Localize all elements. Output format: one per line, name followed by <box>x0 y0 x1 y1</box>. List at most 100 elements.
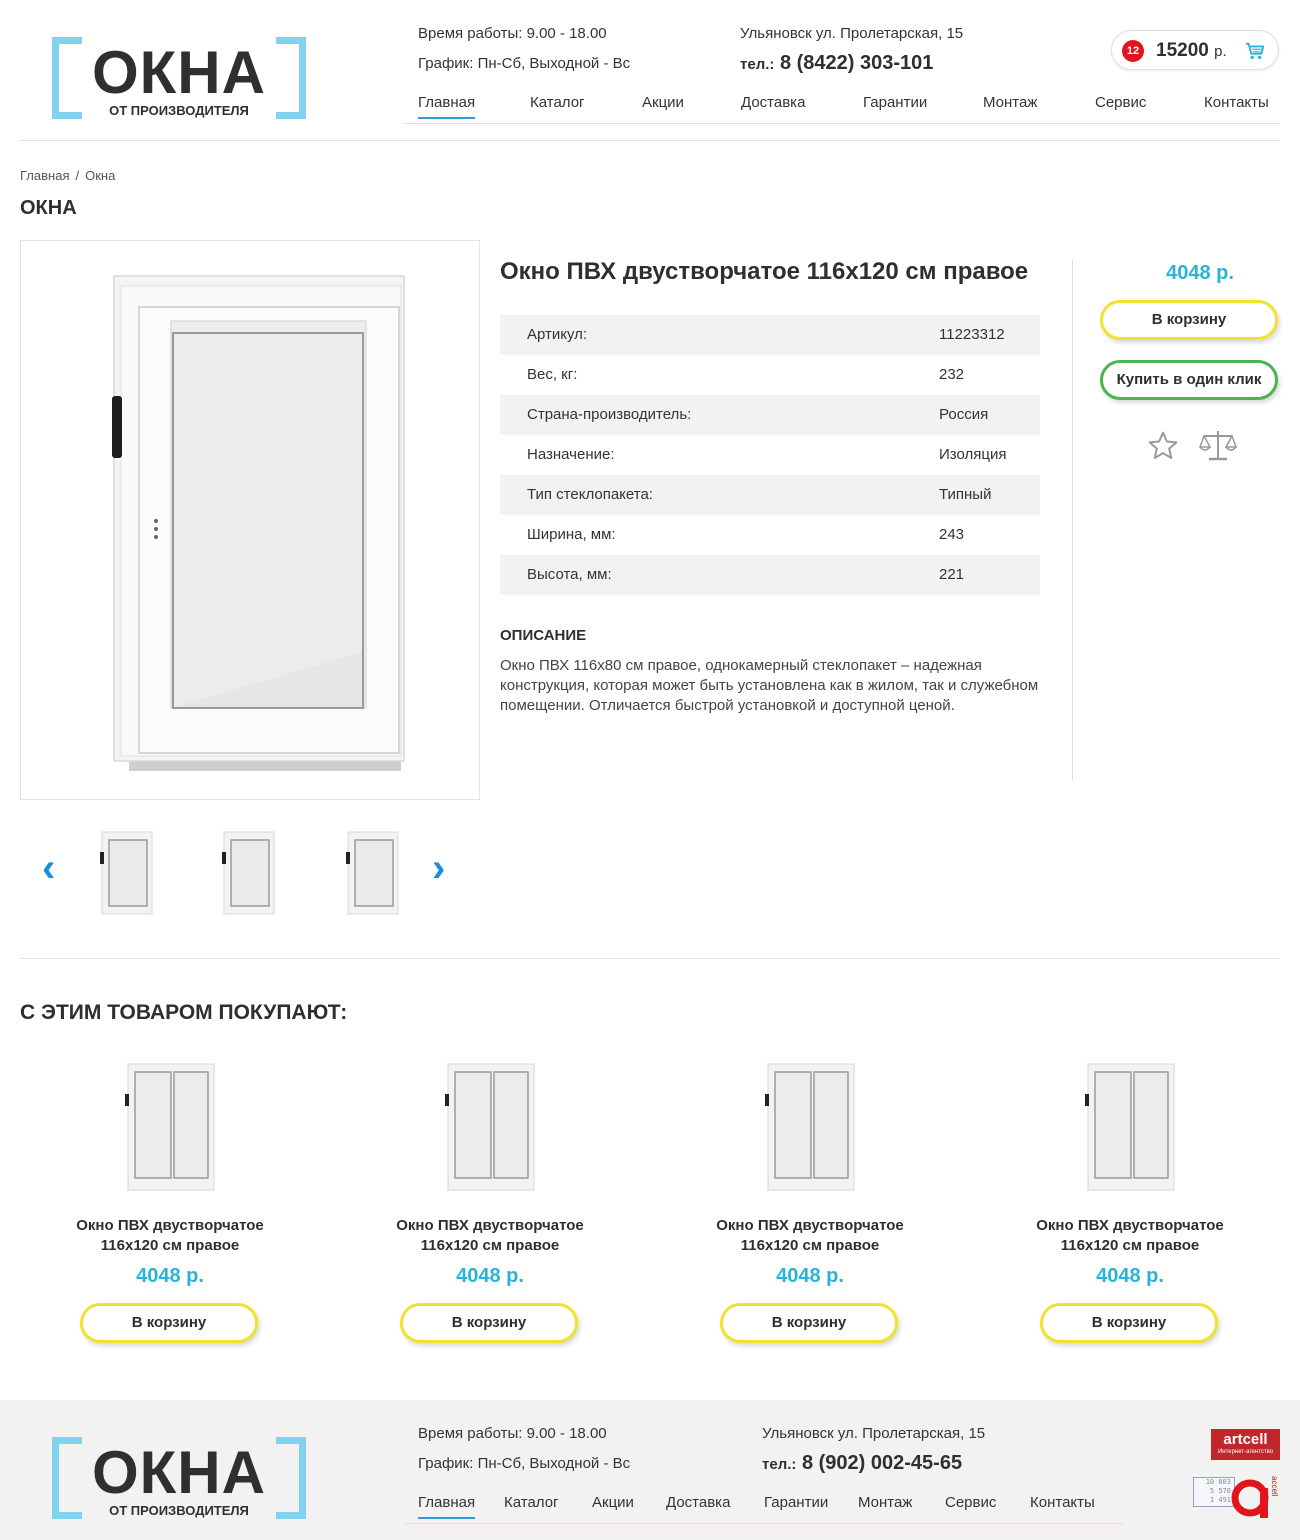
spec-value: Типный <box>939 486 992 503</box>
spec-value: Изоляция <box>939 446 1007 463</box>
footer-nav-item-catalog[interactable]: Каталог <box>504 1494 559 1511</box>
thumbnail-carousel: ‹ › <box>40 825 470 920</box>
chevron-right-icon[interactable]: › <box>432 848 462 888</box>
related-product-image[interactable] <box>440 1060 540 1195</box>
header-divider <box>20 140 1280 141</box>
breadcrumb-home[interactable]: Главная <box>20 168 69 183</box>
one-click-buy-button[interactable]: Купить в один клик <box>1100 360 1278 400</box>
related-product-name[interactable]: Окно ПВХ двустворчатое 116х120 см правое <box>660 1216 960 1256</box>
spec-row: Страна-производитель: Россия <box>500 395 1040 435</box>
related-product-name-line1: Окно ПВХ двустворчатое <box>76 1217 264 1234</box>
nav-item-warranty[interactable]: Гарантии <box>863 94 927 111</box>
related-product-name-line2: 116х120 см правое <box>740 1237 880 1254</box>
related-product-name[interactable]: Окно ПВХ двустворчатое 116х120 см правое <box>980 1216 1280 1256</box>
thumbnail-3[interactable] <box>344 830 400 916</box>
nav-item-service[interactable]: Сервис <box>1095 94 1146 111</box>
related-product-card: Окно ПВХ двустворчатое 116х120 см правое… <box>340 1050 640 1350</box>
footer-nav-item-home[interactable]: Главная <box>418 1494 476 1519</box>
related-product-image[interactable] <box>760 1060 860 1195</box>
related-product-name[interactable]: Окно ПВХ двустворчатое 116х120 см правое <box>20 1216 320 1256</box>
spec-value: 243 <box>939 526 965 543</box>
product-price: 4048 р. <box>1166 262 1234 284</box>
footer-phone[interactable]: тел.: 8 (902) 002-45-65 <box>762 1452 962 1475</box>
logo[interactable]: ОКНА ОТ ПРОИЗВОДИТЕЛЯ <box>52 37 306 119</box>
footer-nav-item-contacts[interactable]: Контакты <box>1030 1494 1095 1511</box>
breadcrumb-current[interactable]: Окна <box>85 168 115 183</box>
counter-line: 10 803 <box>1205 1478 1231 1486</box>
address: Ульяновск ул. Пролетарская, 15 <box>740 25 964 42</box>
related-product-name-line1: Окно ПВХ двустворчатое <box>396 1217 584 1234</box>
footer-nav: Главная Каталог Акции Доставка Гарантии … <box>404 1494 1124 1524</box>
related-add-to-cart-button[interactable]: В корзину <box>1040 1303 1218 1343</box>
related-add-to-cart-button[interactable]: В корзину <box>80 1303 258 1343</box>
thumbnail-1[interactable] <box>98 830 154 916</box>
nav-item-home[interactable]: Главная <box>418 94 476 119</box>
chevron-left-icon[interactable]: ‹ <box>42 848 72 888</box>
spec-value: 221 <box>939 566 965 583</box>
visit-counter: 10 803 5 570 1 491 <box>1193 1477 1235 1507</box>
spec-key: Вес, кг: <box>527 366 578 383</box>
footer-nav-item-delivery[interactable]: Доставка <box>666 1494 730 1511</box>
phone-number[interactable]: 8 (8422) 303-101 <box>780 52 933 74</box>
footer-nav-item-service[interactable]: Сервис <box>945 1494 996 1511</box>
footer-nav-item-warranty[interactable]: Гарантии <box>764 1494 828 1511</box>
breadcrumb-sep: / <box>75 168 80 183</box>
cart-icon[interactable] <box>1244 40 1266 62</box>
spec-key: Ширина, мм: <box>527 526 616 543</box>
phone[interactable]: тел.: 8 (8422) 303-101 <box>740 52 933 75</box>
spec-row: Вес, кг: 232 <box>500 355 1040 395</box>
work-hours: Время работы: 9.00 - 18.00 <box>418 25 607 42</box>
footer-work-hours: Время работы: 9.00 - 18.00 <box>418 1425 607 1442</box>
related-product-price: 4048 р. <box>456 1265 524 1287</box>
cart-widget[interactable]: 12 15200 р. <box>1111 30 1279 70</box>
spec-value: 11223312 <box>939 326 1005 343</box>
related-product-name-line1: Окно ПВХ двустворчатое <box>716 1217 904 1234</box>
related-product-name-line1: Окно ПВХ двустворчатое <box>1036 1217 1224 1234</box>
related-product-name-line2: 116х120 см правое <box>1060 1237 1200 1254</box>
related-product-card: Окно ПВХ двустворчатое 116х120 см правое… <box>20 1050 320 1350</box>
artcell-logo-subtext: Интернет-агентство <box>1217 1449 1274 1455</box>
artcell-logo-text: artcell <box>1223 1431 1268 1448</box>
related-product-card: Окно ПВХ двустворчатое 116х120 см правое… <box>660 1050 960 1350</box>
spec-key: Высота, мм: <box>527 566 612 583</box>
nav-item-promo[interactable]: Акции <box>642 94 684 111</box>
spec-key: Страна-производитель: <box>527 406 692 423</box>
nav-item-install[interactable]: Монтаж <box>983 94 1037 111</box>
section-divider <box>20 958 1280 959</box>
phone-number[interactable]: 8 (902) 002-45-65 <box>802 1452 962 1474</box>
counter-line: 1 491 <box>1209 1496 1231 1504</box>
spec-row: Артикул: 11223312 <box>500 315 1040 355</box>
page-title: ОКНА <box>20 197 77 219</box>
footer-logo[interactable]: ОКНА ОТ ПРОИЗВОДИТЕЛЯ <box>52 1437 306 1519</box>
nav-item-delivery[interactable]: Доставка <box>741 94 805 111</box>
related-add-to-cart-button[interactable]: В корзину <box>400 1303 578 1343</box>
product-title: Окно ПВХ двустворчатое 116х120 см правое <box>500 258 1029 285</box>
related-add-to-cart-button[interactable]: В корзину <box>720 1303 898 1343</box>
cart-sum-value: 15200 <box>1156 40 1209 61</box>
accell-logo[interactable]: accell <box>1230 1474 1280 1518</box>
nav-item-catalog[interactable]: Каталог <box>530 94 585 111</box>
related-product-name[interactable]: Окно ПВХ двустворчатое 116х120 см правое <box>340 1216 640 1256</box>
artcell-logo[interactable]: artcell Интернет-агентство <box>1211 1429 1280 1460</box>
product-specs-table: Артикул: 11223312 Вес, кг: 232 Страна-прои… <box>500 315 1040 595</box>
footer: ОКНА ОТ ПРОИЗВОДИТЕЛЯ Время работы: 9.00… <box>0 1400 1300 1540</box>
star-icon[interactable] <box>1147 430 1179 462</box>
spec-row: Назначение: Изоляция <box>500 435 1040 475</box>
related-product-image[interactable] <box>1080 1060 1180 1195</box>
add-to-cart-button[interactable]: В корзину <box>1100 300 1278 340</box>
nav-item-contacts[interactable]: Контакты <box>1204 94 1269 111</box>
footer-nav-item-promo[interactable]: Акции <box>592 1494 634 1511</box>
footer-nav-item-install[interactable]: Монтаж <box>858 1494 912 1511</box>
spec-row: Ширина, мм: 243 <box>500 515 1040 555</box>
related-product-name-line2: 116х120 см правое <box>420 1237 560 1254</box>
footer-address: Ульяновск ул. Пролетарская, 15 <box>762 1425 986 1442</box>
compare-scales-icon[interactable] <box>1199 428 1237 464</box>
info-divider <box>1072 260 1073 780</box>
related-title: С ЭТИМ ТОВАРОМ ПОКУПАЮТ: <box>20 1001 348 1024</box>
product-main-image[interactable] <box>20 240 480 800</box>
cart-sum: 15200 р. <box>1156 40 1227 62</box>
related-product-price: 4048 р. <box>1096 1265 1164 1287</box>
spec-key: Тип стеклопакета: <box>527 486 653 503</box>
related-product-image[interactable] <box>120 1060 220 1195</box>
thumbnail-2[interactable] <box>220 830 276 916</box>
